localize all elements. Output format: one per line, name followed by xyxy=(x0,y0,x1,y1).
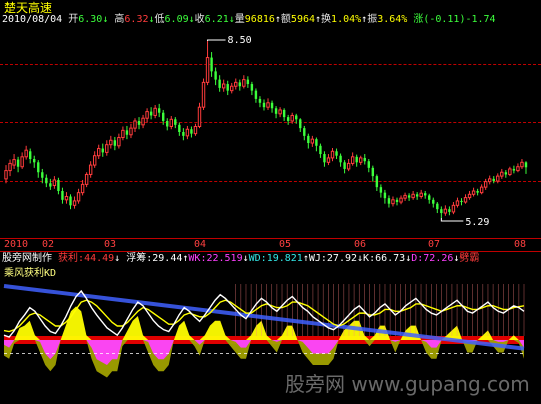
indicator-chart xyxy=(3,284,525,378)
profit-area xyxy=(4,306,524,340)
watermark: 股旁网 www.gupang.com xyxy=(285,372,530,396)
